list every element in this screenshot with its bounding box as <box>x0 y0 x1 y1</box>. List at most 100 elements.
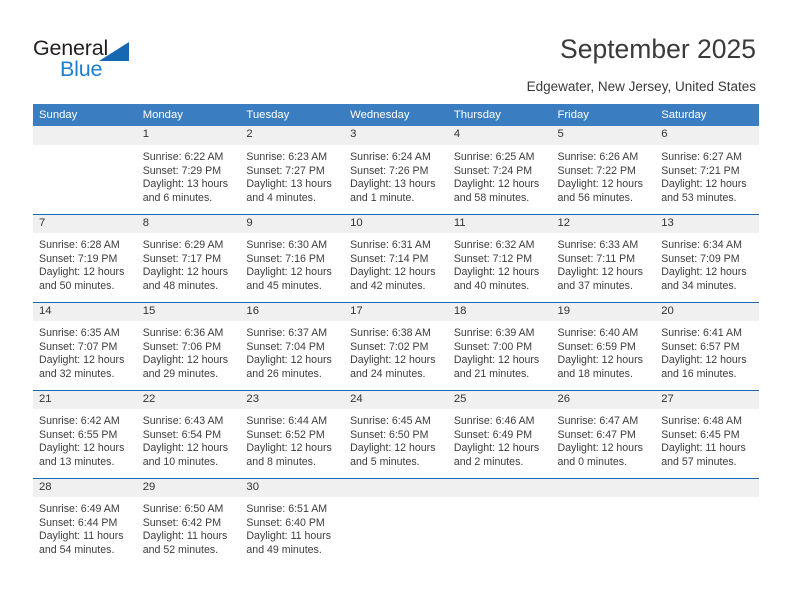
day-cell[interactable]: 26 Sunrise: 6:47 AM Sunset: 6:47 PM Dayligh… <box>551 390 656 478</box>
day-cell[interactable]: 20 Sunrise: 6:41 AM Sunset: 6:57 PM Dayligh… <box>655 302 759 390</box>
day-cell-inner: 15 Sunrise: 6:36 AM Sunset: 7:06 PM Dayligh… <box>136 302 241 390</box>
sunset-text: Sunset: 7:02 PM <box>350 340 429 353</box>
day-cell[interactable]: 13 Sunrise: 6:34 AM Sunset: 7:09 PM Dayligh… <box>655 214 759 302</box>
daylight-text-line2: and 4 minutes. <box>246 191 316 204</box>
day-cell[interactable]: 7 Sunrise: 6:28 AM Sunset: 7:19 PM Daylight… <box>33 214 137 302</box>
day-number: 5 <box>551 126 656 145</box>
daylight-text-line2: and 52 minutes. <box>142 543 219 556</box>
day-cell[interactable]: 15 Sunrise: 6:36 AM Sunset: 7:06 PM Dayligh… <box>136 302 241 390</box>
daylight-text-line2: and 26 minutes. <box>246 367 322 380</box>
sunrise-text: Sunrise: 6:49 AM <box>39 503 120 515</box>
daylight-text-line2: and 45 minutes. <box>246 279 322 292</box>
sunrise-text: Sunrise: 6:23 AM <box>246 151 328 163</box>
day-cell-inner: 3 Sunrise: 6:24 AM Sunset: 7:26 PM Daylight… <box>344 126 448 214</box>
day-cell[interactable]: 11 Sunrise: 6:32 AM Sunset: 7:12 PM Dayligh… <box>447 214 552 302</box>
daylight-text-line2: and 40 minutes. <box>453 279 530 292</box>
daylight-text-line2: and 50 minutes. <box>39 279 115 292</box>
day-number: 21 <box>33 390 137 409</box>
day-cell[interactable]: 2 Sunrise: 6:23 AM Sunset: 7:27 PM Daylight… <box>240 126 345 214</box>
day-cell-inner: 11 Sunrise: 6:32 AM Sunset: 7:12 PM Dayligh… <box>447 214 552 302</box>
daylight-text-line1: Daylight: 12 hours <box>661 266 747 279</box>
day-cell[interactable]: 9 Sunrise: 6:30 AM Sunset: 7:16 PM Daylight… <box>240 214 345 302</box>
day-cell[interactable]: 3 Sunrise: 6:24 AM Sunset: 7:26 PM Daylight… <box>344 126 448 214</box>
day-cell[interactable]: 16 Sunrise: 6:37 AM Sunset: 7:04 PM Dayligh… <box>240 302 345 390</box>
day-cell[interactable]: 14 Sunrise: 6:35 AM Sunset: 7:07 PM Dayligh… <box>33 302 137 390</box>
day-number: 23 <box>240 390 345 409</box>
general-blue-logo[interactable]: General Blue <box>33 36 193 84</box>
weekday-header-tuesday: Tuesday <box>240 104 345 126</box>
sunrise-text: Sunrise: 6:50 AM <box>142 503 224 515</box>
sunset-text: Sunset: 7:27 PM <box>246 164 325 177</box>
day-cell[interactable]: 30 Sunrise: 6:51 AM Sunset: 6:40 PM Dayligh… <box>240 478 345 566</box>
calendar-page: General Blue September 2025 Edgewater, N… <box>0 0 792 612</box>
day-sun-info: Sunrise: 6:51 AM Sunset: 6:40 PM Daylight:… <box>240 497 344 557</box>
sunset-text: Sunset: 7:06 PM <box>142 340 222 353</box>
daylight-text-line1: Daylight: 13 hours <box>350 178 436 191</box>
day-sun-info: Sunrise: 6:47 AM Sunset: 6:47 PM Daylight:… <box>552 409 656 469</box>
sunrise-text: Sunrise: 6:37 AM <box>246 327 328 339</box>
day-cell-inner: 23 Sunrise: 6:44 AM Sunset: 6:52 PM Dayligh… <box>240 390 345 478</box>
day-sun-info: Sunrise: 6:30 AM Sunset: 7:16 PM Daylight:… <box>240 233 344 293</box>
triangle-icon <box>99 42 129 61</box>
sunset-text: Sunset: 7:24 PM <box>453 164 533 177</box>
sunrise-text: Sunrise: 6:41 AM <box>661 327 742 339</box>
day-sun-info: Sunrise: 6:50 AM Sunset: 6:42 PM Daylight:… <box>137 497 241 557</box>
daylight-text-line2: and 56 minutes. <box>557 191 633 204</box>
sunrise-text: Sunrise: 6:34 AM <box>661 239 742 251</box>
day-cell[interactable]: 29 Sunrise: 6:50 AM Sunset: 6:42 PM Dayligh… <box>136 478 241 566</box>
day-number: 29 <box>136 478 241 497</box>
sunrise-text: Sunrise: 6:27 AM <box>661 151 742 163</box>
day-sun-info: Sunrise: 6:38 AM Sunset: 7:02 PM Daylight:… <box>344 321 448 381</box>
day-sun-info: Sunrise: 6:48 AM Sunset: 6:45 PM Daylight:… <box>655 409 759 469</box>
sunset-text: Sunset: 7:07 PM <box>39 340 118 353</box>
day-cell[interactable]: 21 Sunrise: 6:42 AM Sunset: 6:55 PM Dayligh… <box>33 390 137 478</box>
day-number: 2 <box>240 126 345 145</box>
day-sun-info: Sunrise: 6:27 AM Sunset: 7:21 PM Daylight:… <box>655 145 759 205</box>
day-cell[interactable]: 22 Sunrise: 6:43 AM Sunset: 6:54 PM Dayligh… <box>136 390 241 478</box>
day-sun-info: Sunrise: 6:49 AM Sunset: 6:44 PM Daylight:… <box>33 497 137 557</box>
day-cell[interactable]: 23 Sunrise: 6:44 AM Sunset: 6:52 PM Dayligh… <box>240 390 345 478</box>
sunrise-text: Sunrise: 6:32 AM <box>453 239 535 251</box>
day-cell[interactable]: 6 Sunrise: 6:27 AM Sunset: 7:21 PM Daylight… <box>655 126 759 214</box>
day-cell[interactable]: 19 Sunrise: 6:40 AM Sunset: 6:59 PM Dayligh… <box>551 302 656 390</box>
day-sun-info: Sunrise: 6:46 AM Sunset: 6:49 PM Daylight:… <box>448 409 552 469</box>
daylight-text-line2: and 34 minutes. <box>661 279 737 292</box>
day-number: 26 <box>551 390 656 409</box>
day-cell[interactable]: 25 Sunrise: 6:46 AM Sunset: 6:49 PM Dayligh… <box>447 390 552 478</box>
daylight-text-line1: Daylight: 12 hours <box>453 266 540 279</box>
day-cell-inner: 1 Sunrise: 6:22 AM Sunset: 7:29 PM Daylight… <box>136 126 241 214</box>
day-sun-info: Sunrise: 6:32 AM Sunset: 7:12 PM Daylight:… <box>448 233 552 293</box>
day-cell[interactable]: 24 Sunrise: 6:45 AM Sunset: 6:50 PM Dayligh… <box>344 390 448 478</box>
day-cell[interactable]: 8 Sunrise: 6:29 AM Sunset: 7:17 PM Daylight… <box>136 214 241 302</box>
sunset-text: Sunset: 6:54 PM <box>142 428 222 441</box>
sunset-text: Sunset: 6:40 PM <box>246 516 325 529</box>
day-cell-empty <box>551 478 656 566</box>
daylight-text-line2: and 53 minutes. <box>661 191 737 204</box>
day-cell[interactable]: 10 Sunrise: 6:31 AM Sunset: 7:14 PM Dayligh… <box>344 214 448 302</box>
day-cell[interactable]: 28 Sunrise: 6:49 AM Sunset: 6:44 PM Dayligh… <box>33 478 137 566</box>
day-number: 4 <box>447 126 552 145</box>
day-cell[interactable]: 1 Sunrise: 6:22 AM Sunset: 7:29 PM Daylight… <box>136 126 241 214</box>
sunrise-text: Sunrise: 6:45 AM <box>350 415 431 427</box>
day-cell[interactable]: 27 Sunrise: 6:48 AM Sunset: 6:45 PM Dayligh… <box>655 390 759 478</box>
day-sun-info: Sunrise: 6:34 AM Sunset: 7:09 PM Daylight:… <box>655 233 759 293</box>
day-cell-inner: 20 Sunrise: 6:41 AM Sunset: 6:57 PM Dayligh… <box>655 302 759 390</box>
day-cell[interactable]: 12 Sunrise: 6:33 AM Sunset: 7:11 PM Dayligh… <box>551 214 656 302</box>
sunrise-text: Sunrise: 6:44 AM <box>246 415 328 427</box>
sunset-text: Sunset: 6:57 PM <box>661 340 740 353</box>
day-number: 7 <box>33 214 137 233</box>
daylight-text-line2: and 54 minutes. <box>39 543 115 556</box>
day-cell[interactable]: 4 Sunrise: 6:25 AM Sunset: 7:24 PM Daylight… <box>447 126 552 214</box>
sunrise-text: Sunrise: 6:48 AM <box>661 415 742 427</box>
day-cell-inner: 21 Sunrise: 6:42 AM Sunset: 6:55 PM Dayligh… <box>33 390 137 478</box>
day-number: 28 <box>33 478 137 497</box>
sunrise-text: Sunrise: 6:33 AM <box>557 239 639 251</box>
sunrise-text: Sunrise: 6:26 AM <box>557 151 639 163</box>
day-cell[interactable]: 5 Sunrise: 6:26 AM Sunset: 7:22 PM Daylight… <box>551 126 656 214</box>
daylight-text-line2: and 6 minutes. <box>142 191 213 204</box>
day-cell[interactable]: 18 Sunrise: 6:39 AM Sunset: 7:00 PM Dayligh… <box>447 302 552 390</box>
day-cell[interactable]: 17 Sunrise: 6:38 AM Sunset: 7:02 PM Dayligh… <box>344 302 448 390</box>
sunset-text: Sunset: 6:52 PM <box>246 428 325 441</box>
day-number: 1 <box>136 126 241 145</box>
day-cell-inner: 14 Sunrise: 6:35 AM Sunset: 7:07 PM Dayligh… <box>33 302 137 390</box>
